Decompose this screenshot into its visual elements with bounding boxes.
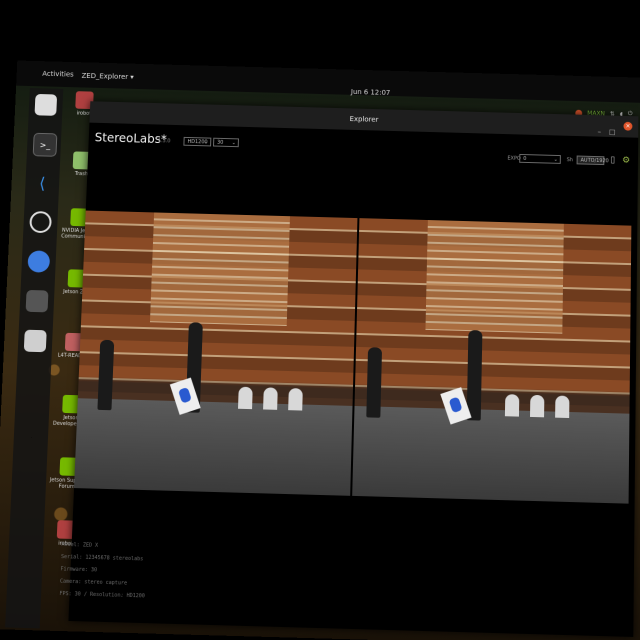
chevron-down-icon: ⌄: [553, 156, 558, 163]
fps-value: 30: [216, 139, 224, 146]
version-label: 1.3.0: [157, 138, 171, 145]
atrium-ceiling: [424, 220, 564, 334]
screen-photo: Activities ZED_Explorer ▾ Jun 6 12:07 MA…: [0, 0, 640, 640]
auto-label: Sh: [566, 157, 574, 164]
drive-icon[interactable]: [23, 329, 47, 353]
brand-logo: StereoLabs*: [94, 130, 168, 147]
stereo-video-feed: [74, 210, 632, 504]
atrium-ceiling: [149, 212, 290, 327]
right-camera-view: [352, 218, 632, 504]
desktop-screen: Activities ZED_Explorer ▾ Jun 6 12:07 MA…: [0, 60, 640, 640]
person-figure: [366, 347, 383, 418]
record-icon[interactable]: ▯: [610, 155, 615, 165]
auto-input[interactable]: AUTO/1920: [576, 155, 609, 166]
archway: [288, 387, 303, 411]
left-camera-view: [74, 210, 358, 496]
resolution-select[interactable]: HD1200 ⌄: [183, 136, 212, 147]
archway: [555, 395, 570, 418]
terminal-icon[interactable]: >_: [32, 132, 58, 157]
app-icon[interactable]: [25, 289, 49, 313]
person-figure: [97, 339, 115, 411]
archway: [238, 386, 253, 409]
app-menu[interactable]: ZED_Explorer ▾: [81, 72, 133, 81]
vscode-icon[interactable]: ⟨: [31, 172, 54, 194]
person-figure: [466, 330, 483, 421]
obs-icon[interactable]: [29, 210, 52, 234]
archway: [263, 386, 278, 410]
fps-select[interactable]: 30 ⌄: [213, 137, 239, 148]
window-title: Explorer: [349, 115, 379, 124]
info-line: FPS: 30 / Resolution: HD1200: [59, 590, 145, 600]
chromium-icon[interactable]: [27, 250, 51, 273]
explorer-window: Explorer – □ × StereoLabs* 1.3.0 HD1200 ⌄…: [59, 101, 639, 637]
settings-gear-icon[interactable]: ⚙: [622, 156, 630, 166]
floor: [352, 406, 630, 504]
archway: [504, 393, 520, 417]
activities-button[interactable]: Activities: [42, 70, 74, 79]
auto-value: AUTO/1920: [580, 157, 609, 165]
setting-select[interactable]: 0 ⌄: [519, 153, 561, 164]
chevron-down-icon: ⌄: [231, 140, 236, 147]
archway: [530, 394, 545, 417]
files-icon[interactable]: [34, 93, 58, 116]
camera-info-panel: Model: ZED X Serial: 12345678 stereolabs…: [59, 539, 147, 603]
close-icon[interactable]: ×: [623, 121, 633, 131]
chevron-down-icon: ⌄: [203, 139, 209, 146]
setting-value: 0: [523, 156, 527, 162]
desktop-icon-label: Trash: [74, 171, 89, 178]
floor: [74, 398, 353, 496]
clock[interactable]: Jun 6 12:07: [351, 88, 391, 97]
